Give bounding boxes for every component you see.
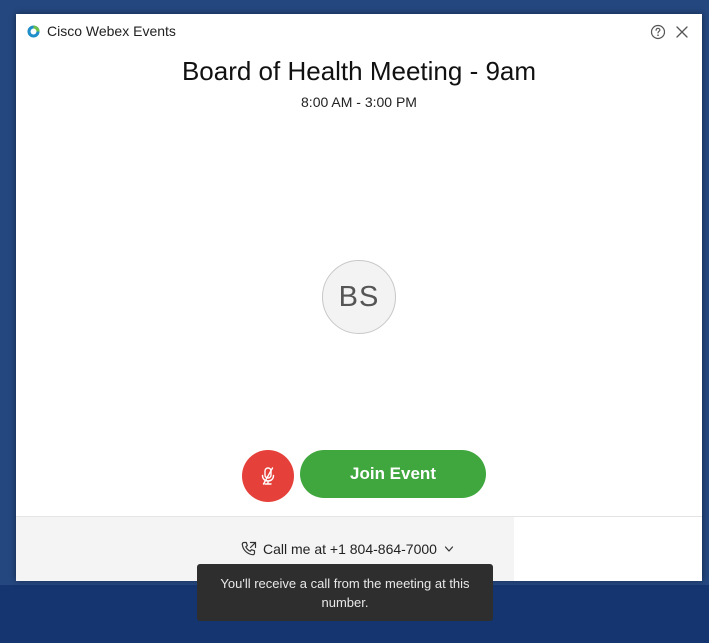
- call-me-dropdown[interactable]: Call me at +1 804-864-7000: [240, 539, 454, 559]
- call-me-tooltip: You'll receive a call from the meeting a…: [197, 564, 493, 621]
- meeting-title: Board of Health Meeting - 9am: [181, 56, 537, 86]
- join-event-button[interactable]: Join Event: [300, 450, 486, 498]
- app-title: Cisco Webex Events: [47, 23, 176, 39]
- webex-window: Cisco Webex Events Board of Health Meeti…: [16, 14, 702, 581]
- help-icon[interactable]: [650, 24, 666, 40]
- title-bar: Cisco Webex Events: [16, 14, 702, 50]
- meeting-time: 8:00 AM - 3:00 PM: [301, 94, 417, 110]
- phone-icon: [241, 541, 257, 556]
- mute-button[interactable]: [242, 450, 294, 502]
- close-icon[interactable]: [675, 25, 689, 39]
- avatar-initials: BS: [338, 280, 380, 313]
- microphone-muted-icon: [261, 467, 275, 485]
- audio-options-bar-right: [514, 516, 702, 581]
- avatar: BS: [322, 260, 396, 334]
- webex-logo-icon: [27, 25, 40, 38]
- call-me-label: Call me at +1 804-864-7000: [263, 541, 437, 557]
- chevron-down-icon: [444, 546, 454, 552]
